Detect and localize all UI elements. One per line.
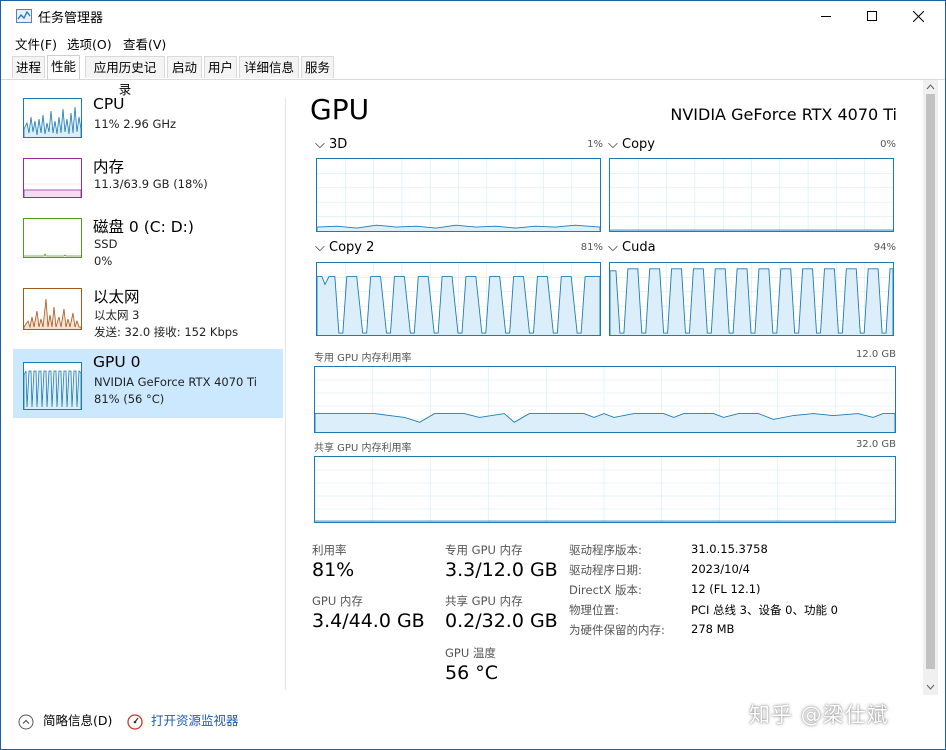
dedicated-memory-label: 专用 GPU 内存利用率 [314, 353, 412, 364]
tab-app-history[interactable]: 应用历史记录 [85, 56, 165, 97]
tab-strip: 进程 性能 应用历史记录 启动 用户 详细信息 服务 [1, 55, 945, 97]
scroll-down-icon[interactable] [923, 681, 938, 693]
tab-users[interactable]: 用户 [204, 56, 237, 78]
dedicated-memory-max: 12.0 GB [855, 349, 896, 360]
info-value: PCI 总线 3、设备 0、功能 0 [691, 603, 838, 617]
ethernet-thumbnail-graph [23, 288, 82, 330]
dedicated-gpu-memory-label: 专用 GPU 内存 [445, 543, 523, 557]
sidebar-item-detail: 81% (56 °C) [94, 392, 165, 406]
tab-performance[interactable]: 性能 [47, 55, 80, 79]
utilization-value: 81% [312, 559, 355, 581]
utilization-label: 利用率 [312, 543, 347, 557]
shared-memory-max: 32.0 GB [855, 439, 896, 450]
chevron-up-circle-icon [18, 714, 34, 729]
close-icon [912, 10, 924, 22]
tab-services[interactable]: 服务 [301, 56, 334, 78]
engine-label-3d[interactable]: ⌵ 3D [315, 137, 347, 152]
close-button[interactable] [895, 1, 941, 31]
open-resource-monitor-label: 打开资源监视器 [150, 713, 239, 728]
sidebar-item-gpu0[interactable]: GPU 0 NVIDIA GeForce RTX 4070 Ti 81% (56… [13, 349, 283, 418]
memory-thumbnail-graph [23, 158, 82, 198]
tab-details[interactable]: 详细信息 [239, 56, 299, 78]
engine-percent-3d: 1% [587, 139, 603, 150]
task-manager-icon [16, 9, 32, 23]
gpu-model-name: NVIDIA GeForce RTX 4070 Ti [670, 105, 897, 124]
menu-view[interactable]: 查看(V) [123, 34, 166, 53]
gpu-thumbnail-graph [23, 362, 82, 410]
tab-processes[interactable]: 进程 [12, 56, 45, 78]
engine-graph-copy2 [316, 262, 601, 336]
sidebar-item-ethernet[interactable]: 以太网 以太网 3 发送: 32.0 接收: 152 Kbps [13, 281, 283, 350]
shared-memory-label: 共享 GPU 内存利用率 [314, 443, 412, 454]
engine-percent-copy: 0% [880, 139, 896, 150]
sidebar-item-title: 以太网 [93, 288, 140, 306]
gpu-memory-value: 3.4/44.0 GB [312, 610, 425, 632]
sidebar-item-memory[interactable]: 内存 11.3/63.9 GB (18%) [13, 151, 283, 220]
disk-thumbnail-graph [23, 218, 82, 258]
sidebar-item-detail: 发送: 32.0 接收: 152 Kbps [94, 325, 239, 339]
info-value: 31.0.15.3758 [691, 542, 768, 556]
shared-memory-graph [314, 456, 896, 523]
sidebar-item-title: CPU [93, 95, 125, 113]
sidebar-item-detail: 以太网 3 [94, 308, 140, 322]
watermark-text: 知乎 @梁仕斌 [749, 703, 889, 727]
sidebar-item-title: 磁盘 0 (C: D:) [93, 218, 194, 236]
dedicated-memory-graph [314, 366, 896, 433]
maximize-button[interactable] [849, 1, 895, 31]
info-label: DirectX 版本: [569, 583, 642, 597]
maximize-icon [867, 11, 877, 21]
gpu-temperature-value: 56 °C [445, 662, 498, 684]
sidebar-item-title: 内存 [93, 158, 125, 176]
sidebar-item-disk[interactable]: 磁盘 0 (C: D:) SSD 0% [13, 211, 283, 280]
sidebar-item-cpu[interactable]: CPU 11% 2.96 GHz [13, 91, 283, 160]
info-value: 2023/10/4 [691, 562, 750, 576]
scroll-up-icon[interactable] [923, 81, 938, 93]
window-title: 任务管理器 [38, 11, 104, 26]
scrollbar-thumb[interactable] [926, 94, 935, 669]
sidebar-item-detail: 11% 2.96 GHz [94, 117, 177, 131]
task-manager-window: 任务管理器 文件(F) 选项(O) 查看(V) 进程 性能 应用历史记录 启动 … [0, 0, 946, 750]
minimize-icon [821, 16, 831, 17]
dedicated-gpu-memory-value: 3.3/12.0 GB [445, 559, 558, 581]
engine-graph-copy [609, 158, 894, 232]
pane-divider [285, 98, 286, 690]
sidebar-item-detail: 11.3/63.9 GB (18%) [94, 177, 208, 191]
gpu-temperature-label: GPU 温度 [445, 646, 496, 660]
sidebar-item-detail: SSD [94, 237, 118, 251]
info-value: 12 (FL 12.1) [691, 582, 761, 596]
minimize-button[interactable] [803, 1, 849, 31]
engine-percent-copy2: 81% [580, 242, 603, 253]
menu-bar: 文件(F) 选项(O) 查看(V) [1, 31, 945, 53]
sidebar-item-detail: 0% [94, 254, 113, 268]
fewer-details-link[interactable]: 简略信息(D) [18, 710, 112, 730]
page-title: GPU [310, 93, 370, 126]
shared-gpu-memory-label: 共享 GPU 内存 [445, 594, 523, 608]
menu-file[interactable]: 文件(F) [15, 34, 57, 53]
menu-options[interactable]: 选项(O) [67, 34, 112, 53]
open-resource-monitor-link[interactable]: 打开资源监视器 [127, 710, 239, 730]
engine-label-cuda[interactable]: ⌵ Cuda [608, 240, 656, 255]
resource-monitor-icon [127, 713, 143, 730]
shared-gpu-memory-value: 0.2/32.0 GB [445, 610, 558, 632]
title-bar: 任务管理器 [1, 1, 945, 31]
info-label: 为硬件保留的内存: [569, 623, 665, 637]
info-label: 驱动程序版本: [569, 543, 642, 557]
engine-label-copy2[interactable]: ⌵ Copy 2 [315, 240, 374, 255]
gpu-memory-label: GPU 内存 [312, 594, 363, 608]
info-value: 278 MB [691, 622, 735, 636]
engine-graph-3d [316, 158, 601, 232]
engine-graph-cuda [609, 262, 894, 336]
engine-label-copy[interactable]: ⌵ Copy [608, 137, 655, 152]
cpu-thumbnail-graph [23, 98, 82, 138]
fewer-details-label: 简略信息(D) [42, 713, 113, 728]
sidebar-item-title: GPU 0 [93, 353, 141, 371]
sidebar-item-detail: NVIDIA GeForce RTX 4070 Ti [94, 375, 257, 389]
info-label: 驱动程序日期: [569, 563, 642, 577]
vertical-scrollbar[interactable] [923, 80, 938, 695]
info-label: 物理位置: [569, 603, 619, 617]
tab-startup[interactable]: 启动 [167, 56, 202, 78]
engine-percent-cuda: 94% [873, 242, 896, 253]
